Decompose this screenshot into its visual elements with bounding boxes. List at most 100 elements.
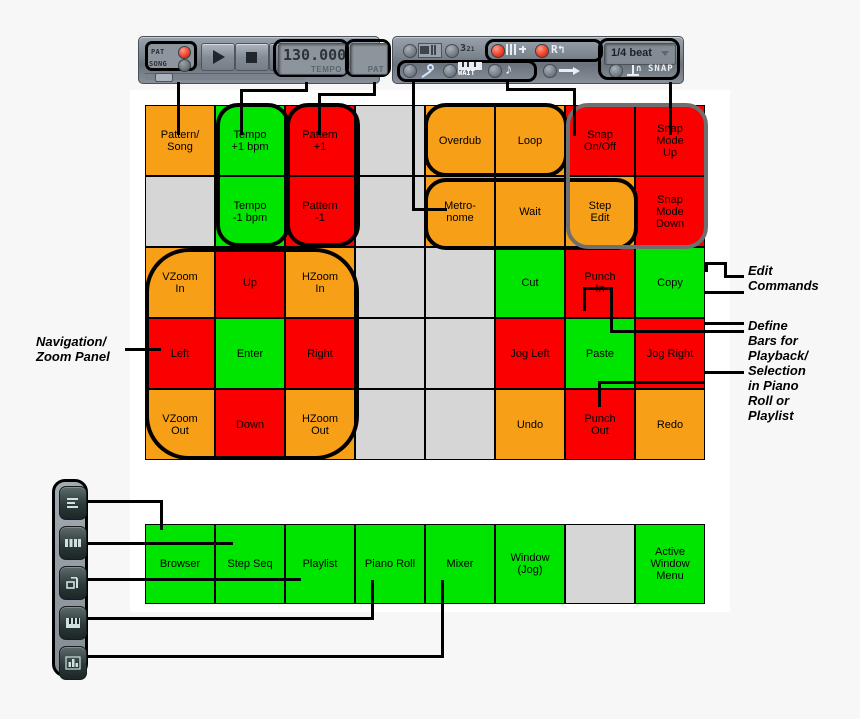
callout-side-playlist-h bbox=[88, 578, 301, 581]
multilink-knob[interactable] bbox=[445, 44, 459, 58]
pattern-number-display[interactable]: PAT bbox=[350, 43, 388, 75]
window-button-playlist[interactable]: Playlist bbox=[285, 524, 355, 604]
snap-select[interactable]: 1/4 beat bbox=[604, 43, 676, 65]
annotation-edit-commands: Edit Commands bbox=[748, 263, 819, 293]
pad-enter[interactable]: Enter bbox=[215, 318, 285, 389]
browser-list-icon bbox=[60, 487, 86, 519]
window-button-browser[interactable]: Browser bbox=[145, 524, 215, 604]
pad-cut[interactable]: Cut bbox=[495, 247, 565, 318]
pad-empty bbox=[355, 247, 425, 318]
pad-vzoom-out[interactable]: VZoom Out bbox=[145, 389, 215, 460]
stop-icon bbox=[246, 52, 257, 63]
tempo-display[interactable]: 130.000 TEMPO bbox=[278, 43, 346, 75]
piano-roll-icon bbox=[60, 607, 86, 639]
pad-label: Metro- nome bbox=[444, 199, 476, 224]
arrow-icon bbox=[559, 67, 581, 75]
pad-redo[interactable]: Redo bbox=[635, 389, 705, 460]
pad-down[interactable]: Down bbox=[215, 389, 285, 460]
window-button-label: Step Seq bbox=[227, 558, 273, 570]
loop-record-icon: R↰ bbox=[551, 43, 565, 56]
pad-label: Enter bbox=[236, 347, 264, 360]
pad-snap-mode-down[interactable]: Snap Mode Down bbox=[635, 176, 705, 247]
pad-paste[interactable]: Paste bbox=[565, 318, 635, 389]
sidebar-item-browser[interactable] bbox=[59, 486, 87, 520]
record-led[interactable] bbox=[535, 44, 549, 58]
pad-empty bbox=[425, 247, 495, 318]
wait-knob[interactable] bbox=[443, 64, 457, 78]
window-button-label: Browser bbox=[159, 558, 201, 570]
pad-label: Punch Out bbox=[584, 412, 616, 437]
sidebar-item-playlist[interactable] bbox=[59, 566, 87, 600]
sidebar-item-step-seq[interactable] bbox=[59, 526, 87, 560]
callout-side-mixer-v bbox=[441, 580, 444, 658]
pad-empty bbox=[355, 318, 425, 389]
annotation-navigation: Navigation/ Zoom Panel bbox=[36, 334, 110, 364]
pad-label: HZoom Out bbox=[301, 412, 339, 437]
pad-jog-left[interactable]: Jog Left bbox=[495, 318, 565, 389]
pad-label: Overdub bbox=[438, 134, 482, 147]
callout-punchin-h bbox=[583, 287, 611, 290]
pad-vzoom-in[interactable]: VZoom In bbox=[145, 247, 215, 318]
play-button[interactable] bbox=[201, 43, 235, 71]
window-button-active-window-menu[interactable]: Active Window Menu bbox=[635, 524, 705, 604]
pad-label: Tempo +1 bpm bbox=[231, 128, 269, 153]
transport-slider-thumb[interactable] bbox=[155, 73, 173, 82]
step-edit-knob[interactable] bbox=[488, 64, 502, 78]
tempo-value: 130.000 bbox=[283, 46, 347, 64]
pad-tempo-1-bpm[interactable]: Tempo +1 bpm bbox=[215, 105, 285, 176]
tempo-label: TEMPO bbox=[311, 65, 342, 74]
wait-keys-icon: WAIT bbox=[458, 62, 482, 78]
pad-hzoom-in[interactable]: HZoom In bbox=[285, 247, 355, 318]
pad-undo[interactable]: Undo bbox=[495, 389, 565, 460]
loop-knob[interactable] bbox=[543, 64, 557, 78]
stop-button[interactable] bbox=[235, 43, 269, 71]
pad-left[interactable]: Left bbox=[145, 318, 215, 389]
callout-pattern-song-v bbox=[177, 82, 180, 135]
callout-side-mixer-h bbox=[88, 655, 444, 658]
sidebar-item-piano-roll[interactable] bbox=[59, 606, 87, 640]
callout-punchout-v bbox=[598, 381, 601, 407]
pad-label: Loop bbox=[517, 134, 543, 147]
pad-metro-nome[interactable]: Metro- nome bbox=[425, 176, 495, 247]
pad-step-edit[interactable]: Step Edit bbox=[565, 176, 635, 247]
window-button-step-seq[interactable]: Step Seq bbox=[215, 524, 285, 604]
pad-loop[interactable]: Loop bbox=[495, 105, 565, 176]
pad-label: Copy bbox=[657, 276, 683, 289]
transport-panel-left: PAT SONG 130.000 TEMPO PAT bbox=[138, 36, 391, 84]
sidebar-item-mixer[interactable] bbox=[59, 646, 87, 680]
pattern-song-selector[interactable]: PAT SONG bbox=[145, 41, 197, 72]
callout-punchin-v2 bbox=[583, 287, 586, 311]
playlist-icon bbox=[60, 567, 86, 599]
step-sequencer-icon bbox=[60, 527, 86, 559]
pattern-led[interactable] bbox=[178, 46, 191, 59]
song-led[interactable] bbox=[178, 59, 191, 72]
pad-wait[interactable]: Wait bbox=[495, 176, 565, 247]
pad-right[interactable]: Right bbox=[285, 318, 355, 389]
pad-grid: Pattern/ SongTempo +1 bpmPattern +1Overd… bbox=[145, 105, 705, 460]
pad-label: Undo bbox=[516, 418, 544, 431]
pad-pattern-1[interactable]: Pattern -1 bbox=[285, 176, 355, 247]
pad-punch-in[interactable]: Punch In bbox=[565, 247, 635, 318]
pad-up[interactable]: Up bbox=[215, 247, 285, 318]
pad-jog-right[interactable]: Jog Right bbox=[635, 318, 705, 389]
pad-label: Jog Right bbox=[646, 347, 694, 360]
window-button-mixer[interactable]: Mixer bbox=[425, 524, 495, 604]
typing-keyboard-knob[interactable] bbox=[403, 44, 417, 58]
overdub-led[interactable] bbox=[491, 44, 505, 58]
sidebar-icon-strip bbox=[52, 479, 88, 680]
pad-label: Pattern/ Song bbox=[160, 128, 200, 153]
pad-pattern-song[interactable]: Pattern/ Song bbox=[145, 105, 215, 176]
metronome-knob[interactable] bbox=[403, 64, 417, 78]
window-button-window-jog[interactable]: Window (Jog) bbox=[495, 524, 565, 604]
pad-empty bbox=[145, 176, 215, 247]
pad-label: Wait bbox=[519, 205, 541, 218]
window-button-label: Mixer bbox=[446, 558, 474, 570]
pad-copy[interactable]: Copy bbox=[635, 247, 705, 318]
pad-hzoom-out[interactable]: HZoom Out bbox=[285, 389, 355, 460]
window-button-piano-roll[interactable]: Piano Roll bbox=[355, 524, 425, 604]
pad-overdub[interactable]: Overdub bbox=[425, 105, 495, 176]
pad-label: Paste bbox=[585, 347, 615, 360]
callout-metronome-h bbox=[412, 208, 447, 211]
pad-tempo-1-bpm[interactable]: Tempo -1 bpm bbox=[215, 176, 285, 247]
pad-empty bbox=[425, 389, 495, 460]
